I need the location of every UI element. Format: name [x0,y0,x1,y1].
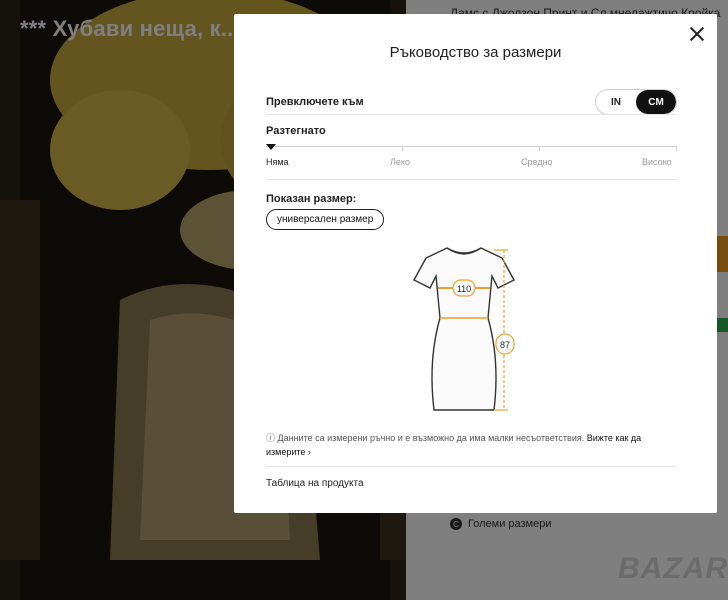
divider [266,179,677,180]
length-measurement: 87 [500,340,510,350]
size-guide-modal: Ръководство за размери Превключете към I… [234,14,717,513]
unit-cm-button[interactable]: CM [636,90,676,114]
unit-switch-label: Превключете към [266,96,364,108]
stretch-levels: Няма Леко Средно Високо [266,157,677,169]
divider [266,466,677,467]
chevron-right-icon: › [307,447,311,457]
product-table-label[interactable]: Таблица на продукта [266,478,364,489]
shown-size-label: Показан размер: [266,193,357,205]
dress-diagram: 110 87 [413,247,515,411]
note-text: ⓘ Данните са измерени ръчно и е възможно… [266,433,585,443]
divider [266,114,677,115]
stretch-slider-track [266,146,677,147]
stretch-level-none: Няма [266,157,289,167]
close-icon[interactable] [689,26,705,42]
bust-measurement: 110 [457,284,471,294]
stretch-tick [402,146,403,151]
unit-toggle: IN CM [595,89,677,115]
stretch-level-slight: Леко [390,157,410,167]
stretch-level-high: Високо [642,157,672,167]
unit-in-button[interactable]: IN [596,90,636,114]
stretch-slider-knob [266,144,276,150]
stretch-tick [676,146,677,151]
stretch-tick [539,146,540,151]
modal-title: Ръководство за размери [389,44,562,61]
size-chip-universal[interactable]: универсален размер [266,209,385,230]
measurement-note: ⓘ Данните са измерени ръчно и е възможно… [266,431,677,459]
stretch-level-medium: Средно [521,157,553,167]
stretch-label: Разтегнато [266,125,326,137]
